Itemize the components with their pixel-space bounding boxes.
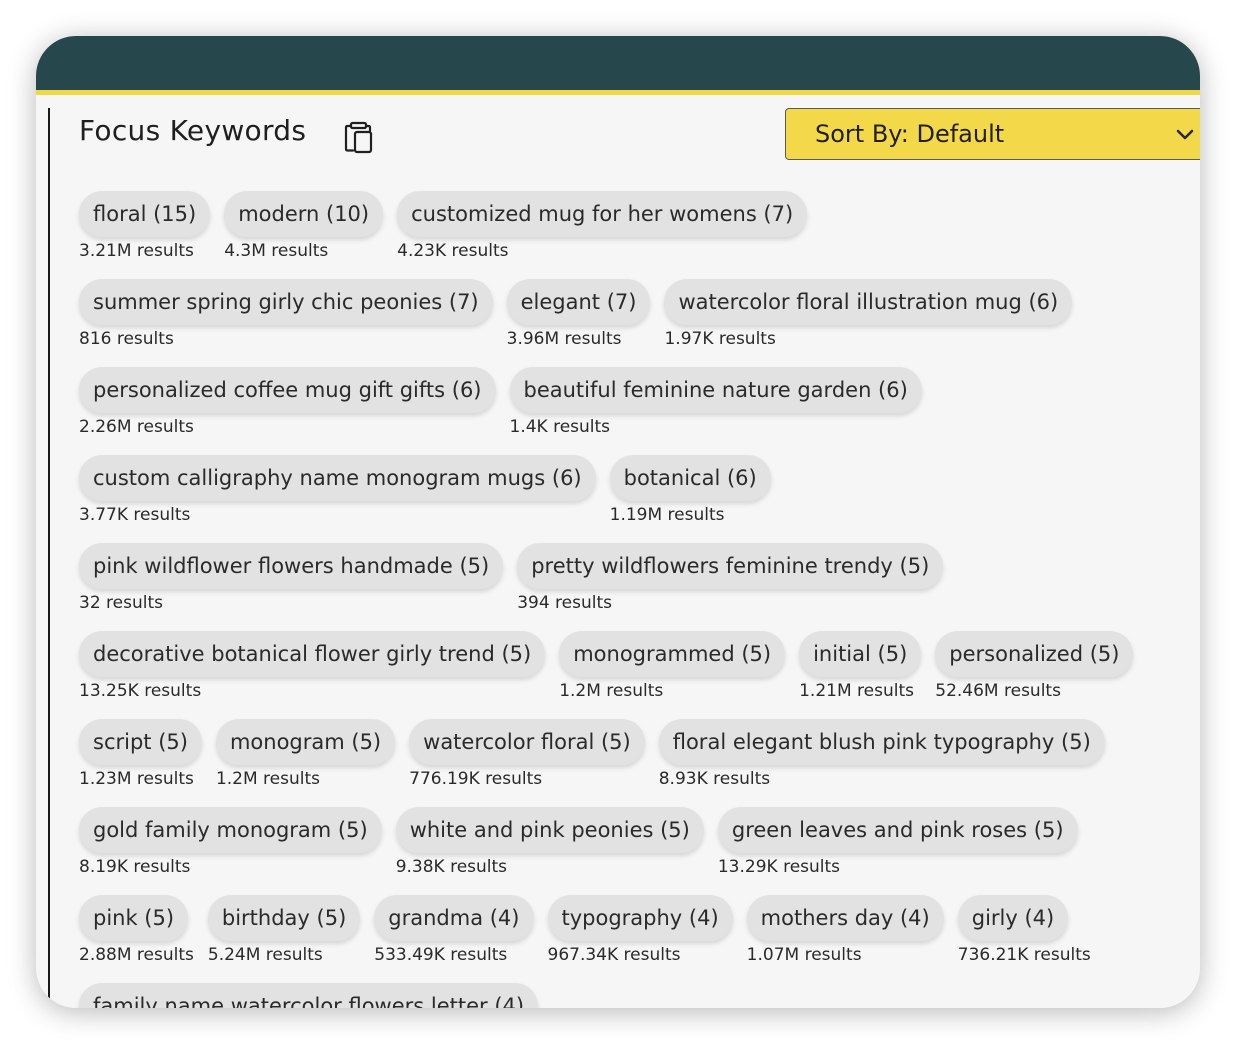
keyword-chip[interactable]: watercolor floral (5) bbox=[409, 719, 645, 765]
keyword-chip[interactable]: white and pink peonies (5) bbox=[395, 807, 704, 853]
keyword-results-count: 1.2M results bbox=[559, 681, 664, 701]
keyword-results-count: 1.23M results bbox=[79, 769, 194, 789]
keyword-item: summer spring girly chic peonies (7) 816 … bbox=[79, 279, 493, 361]
keyword-item: customized mug for her womens (7) 4.23K r… bbox=[397, 191, 808, 273]
keyword-item: gold family monogram (5) 8.19K results bbox=[79, 807, 382, 889]
keyword-results-count: 1.97K results bbox=[664, 329, 776, 349]
keyword-results-count: 32 results bbox=[79, 593, 163, 613]
keyword-item: girly (4) 736.21K results bbox=[957, 895, 1091, 977]
keyword-results-count: 52.46M results bbox=[935, 681, 1061, 701]
keyword-results-count: 1.07M results bbox=[746, 945, 862, 965]
keyword-item: monogrammed (5) 1.2M results bbox=[559, 631, 786, 713]
keyword-chip[interactable]: pink (5) bbox=[79, 895, 189, 941]
keyword-chip[interactable]: mothers day (4) bbox=[746, 895, 944, 941]
panel-title: Focus Keywords bbox=[79, 114, 307, 147]
keyword-chip[interactable]: floral (15) bbox=[79, 191, 211, 237]
keyword-chip[interactable]: girly (4) bbox=[957, 895, 1069, 941]
keyword-item: mothers day (4) 1.07M results bbox=[746, 895, 944, 977]
header-accent-stripe bbox=[36, 90, 1200, 95]
keyword-item: family name watercolor flowers letter (4… bbox=[79, 983, 539, 1008]
keyword-item: beautiful feminine nature garden (6) 1.4K… bbox=[509, 367, 922, 449]
keyword-results-count: 13.29K results bbox=[717, 857, 841, 877]
keyword-results-count: 9.38K results bbox=[395, 857, 508, 877]
keyword-results-count: 1.21M results bbox=[799, 681, 914, 701]
focus-keywords-panel: Focus Keywords Sort By: Default floral (… bbox=[36, 36, 1200, 1008]
sort-by-dropdown[interactable]: Sort By: Default bbox=[785, 108, 1200, 160]
keyword-chip[interactable]: botanical (6) bbox=[609, 455, 771, 501]
keyword-results-count: 776.19K results bbox=[409, 769, 543, 789]
keyword-chip[interactable]: decorative botanical flower girly trend … bbox=[79, 631, 546, 677]
keyword-item: personalized (5) 52.46M results bbox=[935, 631, 1134, 713]
clipboard-copy-icon[interactable] bbox=[342, 118, 376, 154]
keyword-results-count: 736.21K results bbox=[957, 945, 1091, 965]
keyword-results-count: 8.93K results bbox=[658, 769, 771, 789]
keyword-item: white and pink peonies (5) 9.38K results bbox=[395, 807, 704, 889]
keyword-chip[interactable]: customized mug for her womens (7) bbox=[397, 191, 808, 237]
keyword-item: pretty wildflowers feminine trendy (5) 39… bbox=[517, 543, 944, 625]
keyword-chip[interactable]: grandma (4) bbox=[374, 895, 534, 941]
keyword-item: birthday (5) 5.24M results bbox=[207, 895, 361, 977]
keyword-results-count: 1.19M results bbox=[609, 505, 725, 525]
keyword-results-count: 1.4K results bbox=[509, 417, 611, 437]
sort-by-label: Sort By: Default bbox=[815, 120, 1005, 148]
panel-header-bar bbox=[36, 36, 1200, 90]
keyword-item: pink (5) 2.88M results bbox=[79, 895, 194, 977]
keyword-item: typography (4) 967.34K results bbox=[547, 895, 733, 977]
keyword-chip[interactable]: beautiful feminine nature garden (6) bbox=[509, 367, 922, 413]
keyword-chip[interactable]: custom calligraphy name monogram mugs (6… bbox=[79, 455, 596, 501]
keyword-item: modern (10) 4.3M results bbox=[224, 191, 384, 273]
keyword-item: monogram (5) 1.2M results bbox=[215, 719, 396, 801]
keyword-chip[interactable]: watercolor floral illustration mug (6) bbox=[664, 279, 1073, 325]
keyword-chip[interactable]: gold family monogram (5) bbox=[79, 807, 382, 853]
keyword-results-count: 13.25K results bbox=[79, 681, 202, 701]
keyword-item: watercolor floral (5) 776.19K results bbox=[409, 719, 645, 801]
keyword-chip[interactable]: personalized (5) bbox=[935, 631, 1134, 677]
keyword-item: floral (15) 3.21M results bbox=[79, 191, 211, 273]
keyword-chip[interactable]: floral elegant blush pink typography (5) bbox=[658, 719, 1105, 765]
keyword-chip[interactable]: pretty wildflowers feminine trendy (5) bbox=[517, 543, 944, 589]
keyword-results-count: 533.49K results bbox=[374, 945, 508, 965]
keyword-chip[interactable]: initial (5) bbox=[799, 631, 922, 677]
keyword-item: script (5) 1.23M results bbox=[79, 719, 202, 801]
keyword-item: floral elegant blush pink typography (5)… bbox=[658, 719, 1105, 801]
keyword-chip[interactable]: summer spring girly chic peonies (7) bbox=[79, 279, 493, 325]
keyword-results-count: 2.88M results bbox=[79, 945, 194, 965]
keyword-results-count: 3.21M results bbox=[79, 241, 194, 261]
keyword-chip[interactable]: typography (4) bbox=[547, 895, 733, 941]
keyword-item: personalized coffee mug gift gifts (6) 2.… bbox=[79, 367, 496, 449]
keyword-chip[interactable]: birthday (5) bbox=[207, 895, 361, 941]
keyword-results-count: 4.3M results bbox=[224, 241, 329, 261]
left-divider bbox=[48, 108, 50, 1008]
keyword-chip[interactable]: monogram (5) bbox=[215, 719, 396, 765]
keyword-results-count: 967.34K results bbox=[547, 945, 681, 965]
keyword-chip[interactable]: monogrammed (5) bbox=[559, 631, 786, 677]
keyword-item: pink wildflower flowers handmade (5) 32 r… bbox=[79, 543, 504, 625]
keyword-item: elegant (7) 3.96M results bbox=[506, 279, 651, 361]
keyword-results-count: 4.23K results bbox=[397, 241, 509, 261]
keyword-item: grandma (4) 533.49K results bbox=[374, 895, 534, 977]
keyword-chip[interactable]: modern (10) bbox=[224, 191, 384, 237]
keyword-item: initial (5) 1.21M results bbox=[799, 631, 922, 713]
chevron-down-icon bbox=[1176, 129, 1194, 140]
keyword-results-count: 3.77K results bbox=[79, 505, 191, 525]
keyword-item: decorative botanical flower girly trend … bbox=[79, 631, 546, 713]
keyword-chip[interactable]: personalized coffee mug gift gifts (6) bbox=[79, 367, 496, 413]
keyword-chip[interactable]: elegant (7) bbox=[506, 279, 651, 325]
keyword-chip[interactable]: script (5) bbox=[79, 719, 202, 765]
keyword-results-count: 8.19K results bbox=[79, 857, 191, 877]
keyword-results-count: 3.96M results bbox=[506, 329, 622, 349]
keyword-item: green leaves and pink roses (5) 13.29K re… bbox=[717, 807, 1078, 889]
keyword-results-count: 5.24M results bbox=[207, 945, 323, 965]
keyword-list: floral (15) 3.21M results modern (10) 4.3M … bbox=[79, 191, 1189, 1008]
keyword-results-count: 816 results bbox=[79, 329, 174, 349]
keyword-item: botanical (6) 1.19M results bbox=[609, 455, 771, 537]
keyword-item: custom calligraphy name monogram mugs (6… bbox=[79, 455, 596, 537]
keyword-results-count: 394 results bbox=[517, 593, 613, 613]
keyword-chip[interactable]: pink wildflower flowers handmade (5) bbox=[79, 543, 504, 589]
keyword-results-count: 1.2M results bbox=[215, 769, 321, 789]
keyword-item: watercolor floral illustration mug (6) 1.… bbox=[664, 279, 1073, 361]
keyword-results-count: 2.26M results bbox=[79, 417, 194, 437]
keyword-chip[interactable]: green leaves and pink roses (5) bbox=[717, 807, 1078, 853]
keyword-chip[interactable]: family name watercolor flowers letter (4… bbox=[79, 983, 539, 1008]
